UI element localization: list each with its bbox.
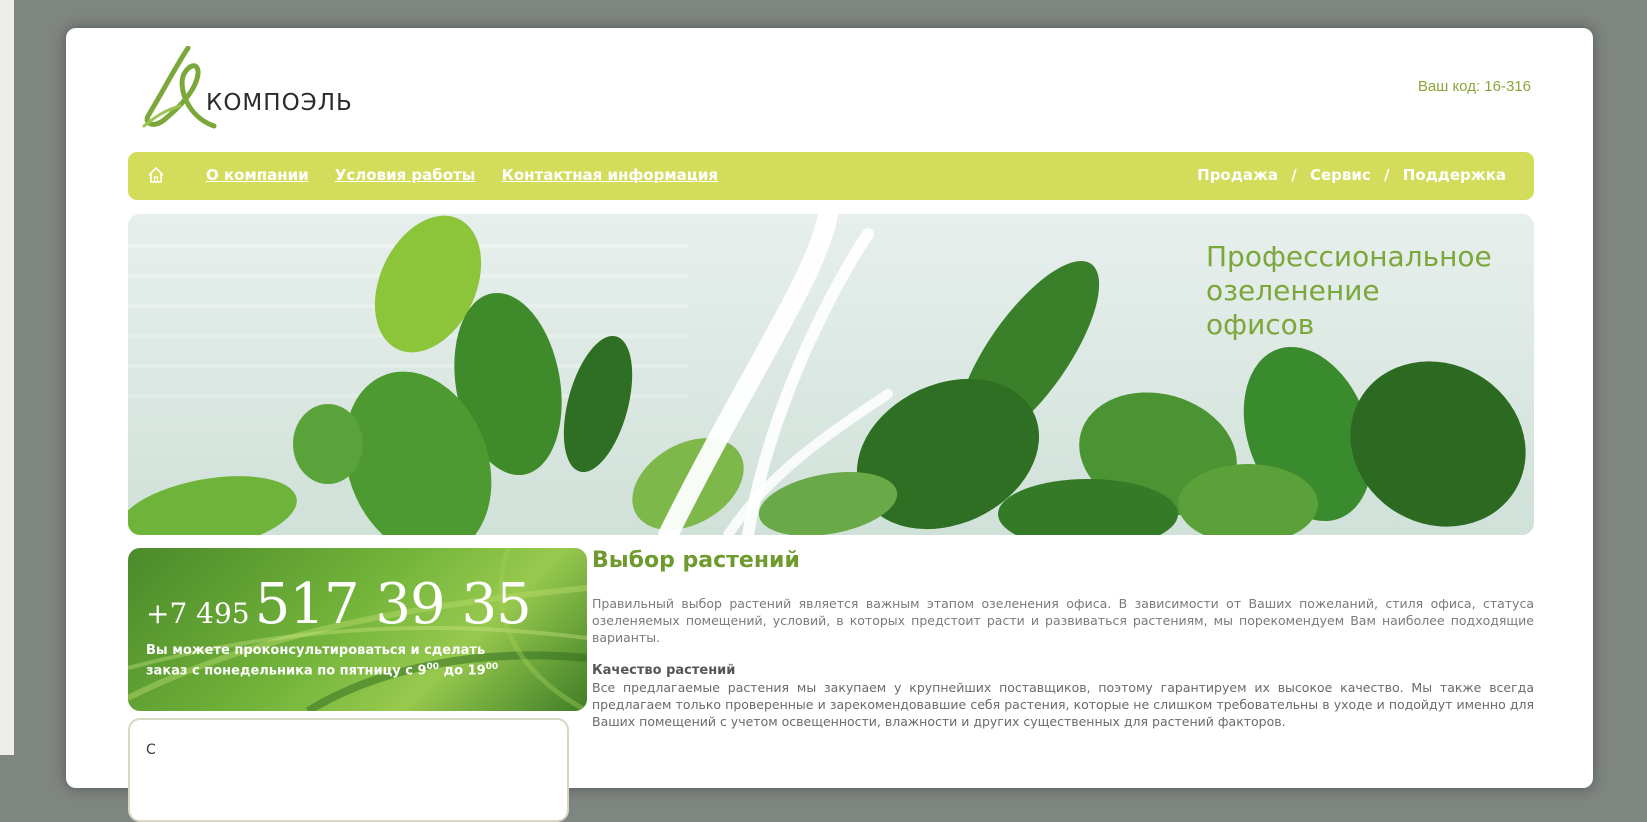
content-paragraph: Правильный выбор растений является важны…: [592, 596, 1534, 645]
main-content: Выбор растений Правильный выбор растений…: [592, 548, 1534, 730]
sidebar-box: С: [128, 718, 569, 822]
nav-link-service[interactable]: Сервис: [1310, 166, 1371, 184]
nav-separator: /: [1384, 166, 1390, 184]
phone-note: Вы можете проконсультироваться и сделать…: [146, 642, 566, 679]
user-code: Ваш код: 16-316: [1417, 78, 1531, 95]
phone-note-mid: до 19: [439, 663, 486, 679]
page-container: КОМПОЭЛЬ Ваш код: 16-316 О компании Усло…: [66, 28, 1593, 822]
nav-link-contacts[interactable]: Контактная информация: [502, 166, 718, 184]
nav-right-links: Продажа / Сервис / Поддержка: [1197, 166, 1506, 184]
phone-code: +7 495: [146, 597, 250, 630]
nav-link-terms[interactable]: Условия работы: [335, 166, 476, 184]
content-title: Выбор растений: [592, 548, 800, 573]
logo-text: КОМПОЭЛЬ: [206, 90, 353, 116]
phone-promo: +7 495 517 39 35 Вы можете проконсультир…: [128, 548, 587, 711]
nav-left-links: О компании Условия работы Контактная инф…: [206, 166, 739, 184]
banner-title: Профессиональное озеленение офисов: [1206, 240, 1492, 341]
nav-link-sales[interactable]: Продажа: [1197, 166, 1278, 184]
phone-note-sup1: 00: [426, 662, 440, 672]
window-frame: [0, 0, 14, 755]
logo[interactable]: [136, 45, 356, 130]
sidebar-box-text: С: [146, 742, 156, 758]
phone-number[interactable]: +7 495 517 39 35: [146, 572, 532, 637]
section-title: Качество растений: [592, 663, 736, 678]
phone-note-line2: заказ с понедельника по пятницу с 9: [146, 663, 427, 679]
nav-bar: О компании Условия работы Контактная инф…: [128, 152, 1534, 200]
logo-leaf-icon: [142, 45, 217, 129]
phone-main-number: 517 39 35: [254, 572, 532, 637]
home-icon[interactable]: [146, 165, 166, 185]
phone-note-line1: Вы можете проконсультироваться и сделать: [146, 643, 486, 658]
section-paragraph: Все предлагаемые растения мы закупаем у …: [592, 680, 1534, 729]
phone-note-sup2: 00: [485, 662, 499, 672]
hero-banner: Профессиональное озеленение офисов: [128, 214, 1534, 535]
nav-separator: /: [1291, 166, 1297, 184]
nav-link-about[interactable]: О компании: [206, 166, 309, 184]
nav-link-support[interactable]: Поддержка: [1403, 166, 1506, 184]
